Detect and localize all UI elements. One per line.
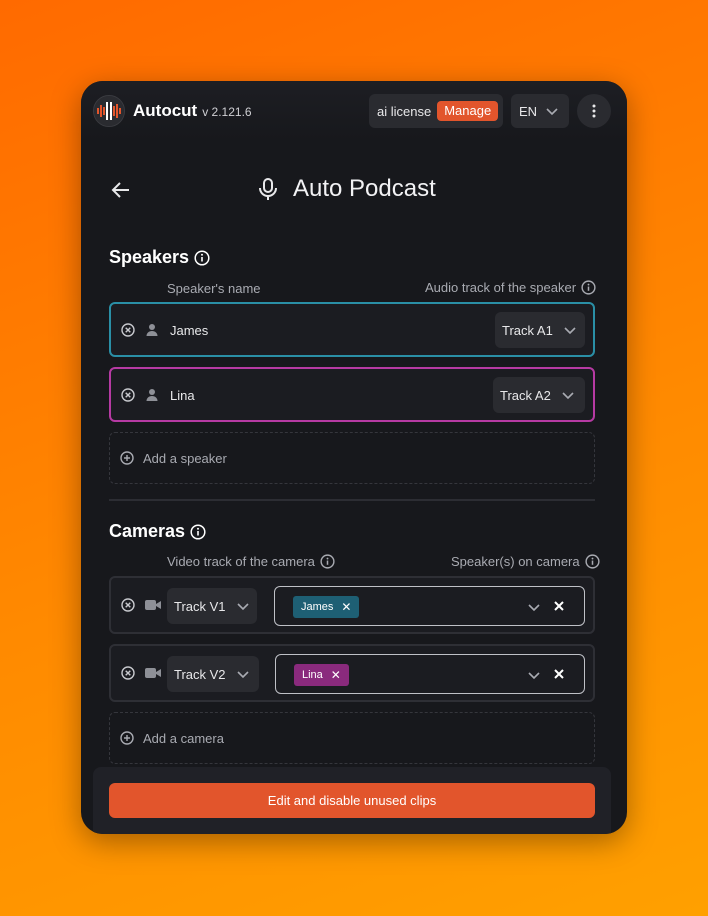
remove-chip-icon[interactable]: ✕ — [341, 600, 351, 614]
cameras-section-title: Cameras — [109, 521, 206, 542]
cameras-title-text: Cameras — [109, 521, 186, 541]
clear-icon[interactable] — [553, 668, 565, 680]
language-value: EN — [519, 103, 538, 119]
add-speaker-button[interactable]: Add a speaker — [109, 432, 595, 484]
arrow-left-icon — [109, 178, 133, 202]
speakers-on-camera-column-text: Speaker(s) on camera — [451, 554, 580, 569]
audio-track-select[interactable]: Track A2 — [493, 377, 585, 413]
add-camera-label: Add a camera — [143, 730, 224, 746]
speaker-chip: Lina ✕ — [294, 664, 349, 686]
speaker-chip: James ✕ — [293, 596, 360, 618]
speaker-chip-label: James — [301, 601, 334, 613]
audio-track-select[interactable]: Track A1 — [495, 312, 585, 348]
app-version: v 2.121.6 — [202, 105, 252, 119]
audio-track-value: Track A1 — [502, 322, 553, 338]
user-icon — [145, 323, 159, 337]
page-title-wrap: Auto Podcast — [257, 175, 436, 203]
speakers-multiselect[interactable]: Lina ✕ — [275, 654, 585, 694]
speakers-title-text: Speakers — [109, 247, 190, 267]
video-track-value: Track V2 — [174, 666, 226, 682]
app-panel: Autocut v 2.121.6 ai license Manage EN A… — [81, 81, 627, 834]
speaker-name[interactable]: Lina — [170, 388, 195, 403]
video-track-select[interactable]: Track V2 — [167, 656, 259, 692]
chevron-down-icon — [561, 388, 575, 402]
autocut-logo-icon — [93, 95, 125, 127]
clear-icon[interactable] — [553, 600, 565, 612]
video-camera-icon — [145, 667, 161, 679]
speaker-name-column-label: Speaker's name — [167, 281, 261, 296]
speakers-section-title: Speakers — [109, 247, 210, 268]
video-track-value: Track V1 — [174, 598, 226, 614]
back-button[interactable] — [109, 178, 133, 202]
remove-circle-icon[interactable] — [121, 322, 135, 337]
audio-track-column-text: Audio track of the speaker — [425, 280, 577, 295]
user-icon — [145, 388, 159, 402]
audio-track-value: Track A2 — [500, 387, 551, 403]
add-speaker-label: Add a speaker — [143, 450, 227, 466]
app-name: Autocut — [133, 101, 198, 120]
info-icon[interactable] — [585, 554, 600, 569]
speakers-multiselect[interactable]: James ✕ — [274, 586, 585, 626]
audio-track-column-label: Audio track of the speaker — [425, 280, 596, 295]
edit-disable-unused-clips-button[interactable]: Edit and disable unused clips — [109, 783, 595, 818]
camera-row-icons — [121, 578, 161, 632]
info-icon[interactable] — [320, 554, 335, 569]
more-menu-button[interactable] — [577, 94, 611, 128]
add-camera-button[interactable]: Add a camera — [109, 712, 595, 764]
remove-chip-icon[interactable]: ✕ — [331, 668, 341, 682]
info-icon[interactable] — [190, 523, 206, 540]
info-icon[interactable] — [581, 280, 596, 295]
kebab-menu-icon — [592, 104, 596, 118]
add-circle-icon — [120, 731, 134, 745]
video-track-column-text: Video track of the camera — [167, 554, 315, 569]
footer-bar: Edit and disable unused clips — [93, 767, 611, 834]
chevron-down-icon[interactable] — [527, 668, 541, 682]
speaker-row-icons — [121, 304, 159, 355]
manage-license-button[interactable]: Manage — [437, 101, 499, 121]
speaker-row: Lina Track A2 — [109, 367, 595, 422]
speaker-row: James Track A1 — [109, 302, 595, 357]
camera-row: Track V2 Lina ✕ — [109, 644, 595, 702]
speaker-name[interactable]: James — [170, 323, 208, 338]
chevron-down-icon — [545, 104, 559, 118]
add-circle-icon — [120, 451, 134, 465]
page-title: Auto Podcast — [293, 175, 436, 202]
microphone-icon — [257, 177, 279, 201]
section-divider — [109, 499, 595, 501]
video-track-select[interactable]: Track V1 — [167, 588, 257, 624]
chevron-down-icon[interactable] — [527, 600, 541, 614]
brand: Autocut v 2.121.6 — [133, 101, 252, 121]
video-camera-icon — [145, 599, 161, 611]
speaker-chip-label: Lina — [302, 669, 323, 681]
speaker-row-icons — [121, 369, 159, 420]
info-icon[interactable] — [194, 249, 210, 266]
remove-circle-icon[interactable] — [121, 666, 135, 680]
language-select[interactable]: EN — [511, 94, 569, 128]
speakers-on-camera-column-label: Speaker(s) on camera — [451, 554, 600, 569]
video-track-column-label: Video track of the camera — [167, 554, 335, 569]
camera-row-icons — [121, 646, 161, 700]
remove-circle-icon[interactable] — [121, 598, 135, 612]
license-label: ai license — [377, 103, 432, 119]
license-box: ai license Manage — [369, 94, 503, 128]
chevron-down-icon — [236, 599, 250, 613]
camera-row: Track V1 James ✕ — [109, 576, 595, 634]
remove-circle-icon[interactable] — [121, 387, 135, 402]
chevron-down-icon — [236, 667, 250, 681]
app-header: Autocut v 2.121.6 ai license Manage EN — [81, 81, 627, 141]
speaker-name-column-text: Speaker's name — [167, 281, 261, 296]
chevron-down-icon — [563, 323, 577, 337]
